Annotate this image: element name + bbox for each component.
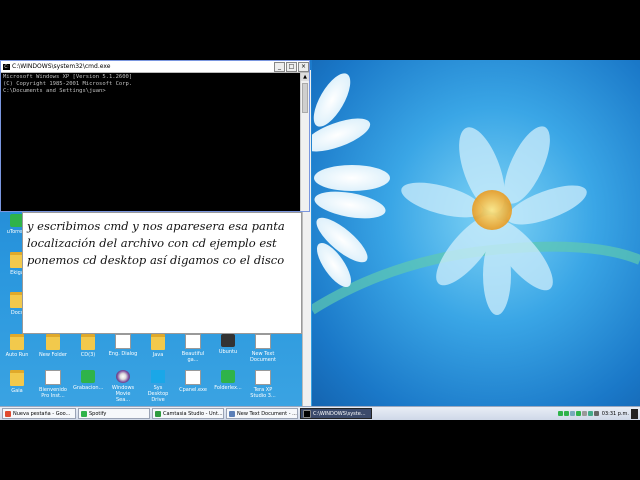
taskbar-item-camtasia[interactable]: Camtasia Studio - Unt... — [152, 408, 224, 419]
tray-app-icon[interactable] — [569, 411, 575, 416]
cmd-scrollbar[interactable]: ▲ — [300, 73, 309, 211]
taskbar-item-spotify[interactable]: Spotify — [78, 408, 150, 419]
minimize-button[interactable]: _ — [274, 61, 285, 72]
volume-icon[interactable] — [593, 411, 599, 416]
tray-app-icon[interactable] — [563, 411, 569, 416]
tray-app-icon[interactable] — [557, 411, 563, 416]
desktop-icon[interactable]: New Text Document — [248, 334, 278, 363]
folder-icon — [151, 334, 165, 350]
desktop-icon[interactable]: Windows Movie Sea... — [108, 370, 138, 403]
taskbar: Nueva pestaña - Goo... Spotify Camtasia … — [0, 406, 640, 420]
desktop-icon[interactable]: Ubuntu — [213, 334, 243, 355]
folder-icon — [81, 334, 95, 350]
document-icon — [185, 370, 201, 385]
desktop-icon[interactable]: Eng. Dialog — [108, 334, 138, 357]
chrome-icon — [5, 410, 11, 417]
desktop-icon[interactable]: Grabacion... — [73, 370, 103, 391]
document-icon — [255, 370, 271, 385]
document-icon — [255, 334, 271, 349]
text-document-window[interactable]: y escribimos cmd y nos aparesera esa pan… — [22, 212, 302, 334]
wallpaper — [312, 60, 640, 406]
desktop-icon[interactable]: Bienvenido Pro Inst... — [38, 370, 68, 399]
desktop-icon[interactable]: Beautiful ga... — [178, 334, 208, 363]
desktop-icon[interactable]: Auto Run — [2, 334, 32, 358]
folder-icon — [46, 334, 60, 350]
disc-icon — [116, 370, 130, 383]
spotify-icon — [81, 410, 87, 417]
cmd-scroll-thumb[interactable] — [302, 83, 308, 113]
windows-icon — [151, 370, 165, 383]
cmd-title: C:\WINDOWS\system32\cmd.exe — [12, 63, 111, 70]
document-icon — [115, 334, 131, 349]
cmd-console[interactable]: Microsoft Windows XP [Version 5.1.2600](… — [1, 73, 300, 211]
taskbar-item-notepad[interactable]: New Text Document - ... — [226, 408, 298, 419]
desktop-icon[interactable]: CD(3) — [73, 334, 103, 358]
app-icon — [81, 370, 95, 383]
close-button[interactable]: × — [298, 61, 309, 72]
scroll-up-arrow-icon[interactable]: ▲ — [301, 73, 309, 81]
desktop-icon[interactable]: Cpanel.exe — [178, 370, 208, 393]
camtasia-icon — [155, 410, 161, 417]
tray-app-icon[interactable] — [575, 411, 581, 416]
cmd-titlebar[interactable]: C: C:\WINDOWS\system32\cmd.exe _ □ × — [1, 61, 309, 73]
desktop-icon[interactable]: Java — [143, 334, 173, 358]
system-tray: 03:31 p.m. — [557, 408, 640, 419]
folder-icon — [10, 334, 24, 350]
text-line: localización del archivo con cd ejemplo … — [27, 236, 277, 250]
eye-icon — [221, 334, 235, 347]
cmd-prompt: C:\Documents and Settings\juan> — [3, 88, 106, 94]
daisy-wallpaper-art — [312, 73, 640, 315]
maximize-button[interactable]: □ — [286, 61, 297, 72]
clock[interactable]: 03:31 p.m. — [602, 411, 629, 417]
desktop-icon[interactable]: Sys Desktop Drive — [143, 370, 173, 403]
text-line: y escribimos cmd y nos aparesera esa pan… — [27, 219, 285, 233]
screen: uTorrent Ekiga Docs Auto Run New Folder … — [0, 60, 640, 420]
text-line: ponemos cd desktop así digamos co el dis… — [27, 253, 285, 267]
document-icon — [45, 370, 61, 385]
desktop-icon[interactable]: Folderlex... — [213, 370, 243, 391]
taskbar-item-cmd[interactable]: C:\WINDOWS\syste... — [300, 408, 372, 419]
desktop-icon[interactable]: New Folder — [38, 334, 68, 358]
network-icon[interactable] — [587, 411, 593, 416]
desktop-icon[interactable]: Gaia — [2, 370, 32, 394]
tray-app-icon[interactable] — [581, 411, 587, 416]
cmd-line: Microsoft Windows XP [Version 5.1.2600] — [3, 74, 133, 80]
folder-icon — [10, 370, 24, 386]
cmd-line: (C) Copyright 1985-2001 Microsoft Corp. — [3, 81, 133, 87]
document-icon — [185, 334, 201, 349]
taskbar-item-chrome[interactable]: Nueva pestaña - Goo... — [2, 408, 76, 419]
desktop-icon[interactable]: Tera XP Studio 3... — [248, 370, 278, 399]
app-icon — [221, 370, 235, 383]
cmd-window[interactable]: C: C:\WINDOWS\system32\cmd.exe _ □ × Mic… — [0, 60, 310, 212]
notepad-icon — [229, 410, 235, 417]
show-desktop-button[interactable] — [631, 408, 638, 419]
cmd-icon: C: — [3, 63, 10, 70]
cmd-icon — [303, 409, 311, 418]
